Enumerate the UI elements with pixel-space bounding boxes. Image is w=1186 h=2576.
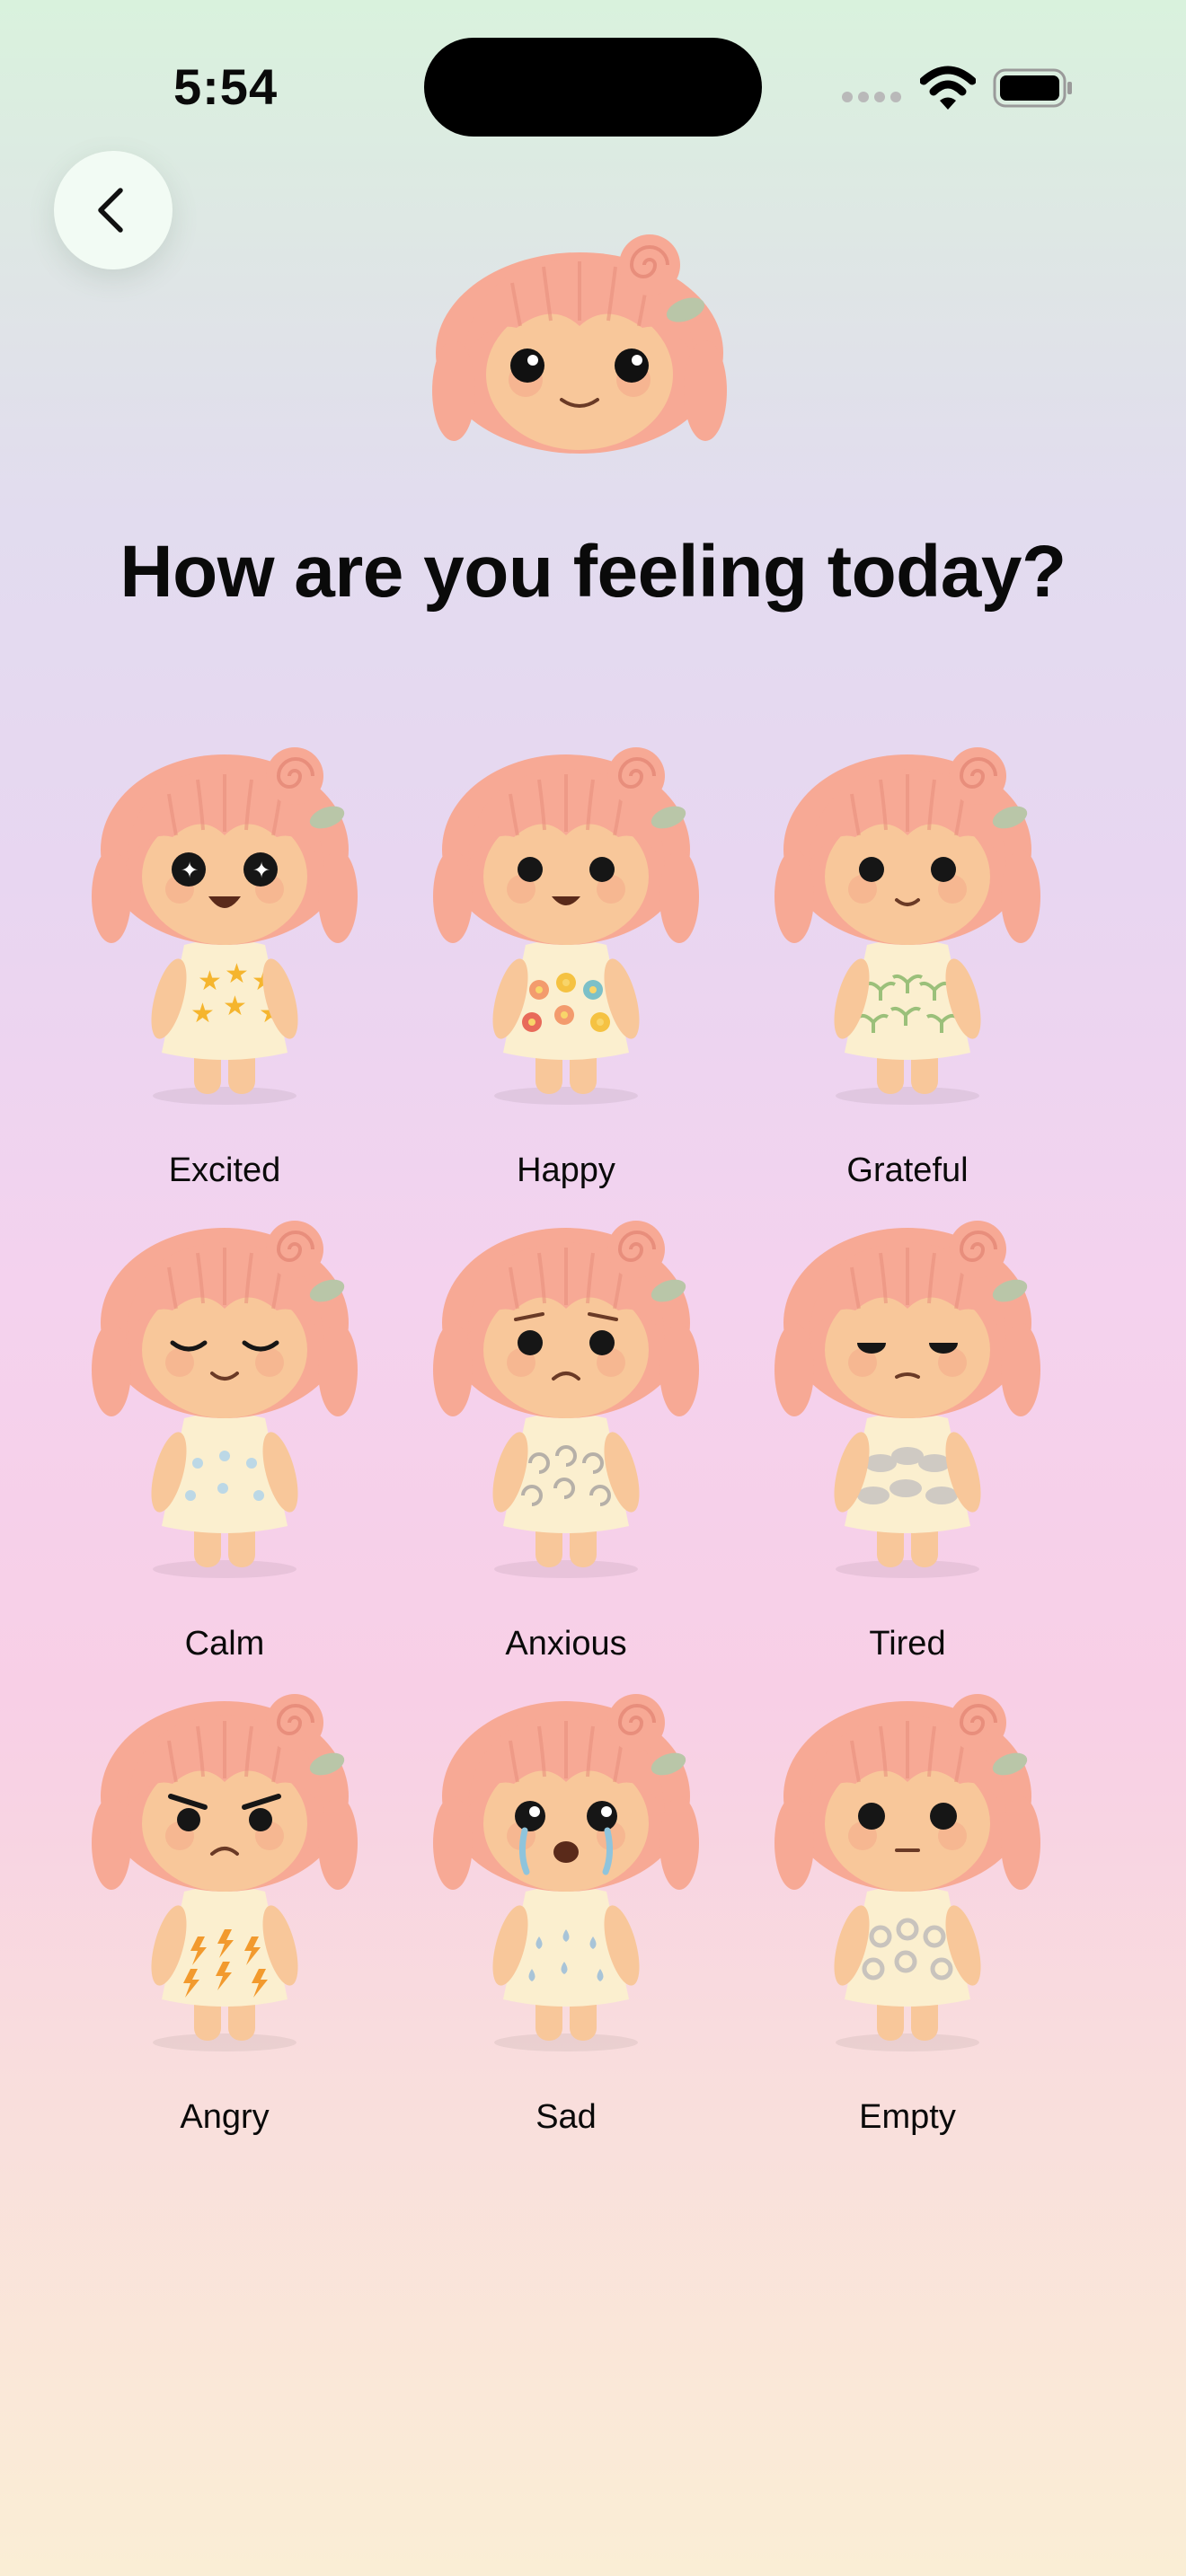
mascot-head-illustration: [432, 234, 727, 454]
chevron-left-icon: [98, 188, 123, 233]
mood-label: Calm: [184, 1625, 265, 1663]
mood-label: Grateful: [846, 1151, 969, 1189]
mood-option[interactable]: Grateful: [773, 737, 1042, 1204]
mood-option[interactable]: Empty: [773, 1683, 1042, 2150]
mood-label: Empty: [859, 2098, 956, 2136]
mood-illustration: [433, 1221, 699, 1578]
mood-label: Excited: [168, 1151, 281, 1189]
svg-text:★: ★: [190, 998, 215, 1029]
mood-label: Angry: [180, 2098, 270, 2136]
mood-option[interactable]: Anxious: [431, 1210, 701, 1677]
mood-option[interactable]: Calm: [90, 1210, 359, 1677]
mood-option[interactable]: Happy: [431, 737, 701, 1204]
mood-illustration: [92, 1221, 358, 1578]
cellular-signal-icon: [842, 92, 901, 104]
mood-illustration: ★★★★★★ ✦ ✦: [92, 747, 358, 1105]
mood-option[interactable]: ★★★★★★ ✦ ✦ Excited: [90, 737, 359, 1204]
status-time: 5:54: [173, 58, 279, 115]
mood-illustration: [433, 747, 699, 1105]
svg-text:✦: ✦: [181, 858, 199, 883]
mood-option[interactable]: Angry: [90, 1683, 359, 2150]
mood-illustration: [433, 1694, 699, 2051]
svg-text:★: ★: [223, 991, 247, 1022]
wifi-icon: [920, 66, 976, 110]
mood-label: Tired: [869, 1625, 946, 1663]
mood-illustration: [774, 747, 1040, 1105]
svg-text:★: ★: [198, 966, 222, 997]
mood-illustration: [774, 1694, 1040, 2051]
svg-text:✦: ✦: [252, 858, 270, 883]
mood-label: Anxious: [505, 1625, 627, 1663]
page-title: How are you feeling today?: [119, 531, 1067, 613]
mood-illustration: [774, 1221, 1040, 1578]
mood-label: Sad: [535, 2098, 597, 2136]
back-button[interactable]: [54, 151, 173, 269]
svg-text:★: ★: [225, 958, 249, 990]
mood-illustration: [92, 1694, 358, 2051]
mood-option[interactable]: Sad: [431, 1683, 701, 2150]
dynamic-island: [424, 38, 762, 137]
mood-label: Happy: [517, 1151, 615, 1189]
mood-option[interactable]: Tired: [773, 1210, 1042, 1677]
battery-icon: [993, 68, 1072, 108]
